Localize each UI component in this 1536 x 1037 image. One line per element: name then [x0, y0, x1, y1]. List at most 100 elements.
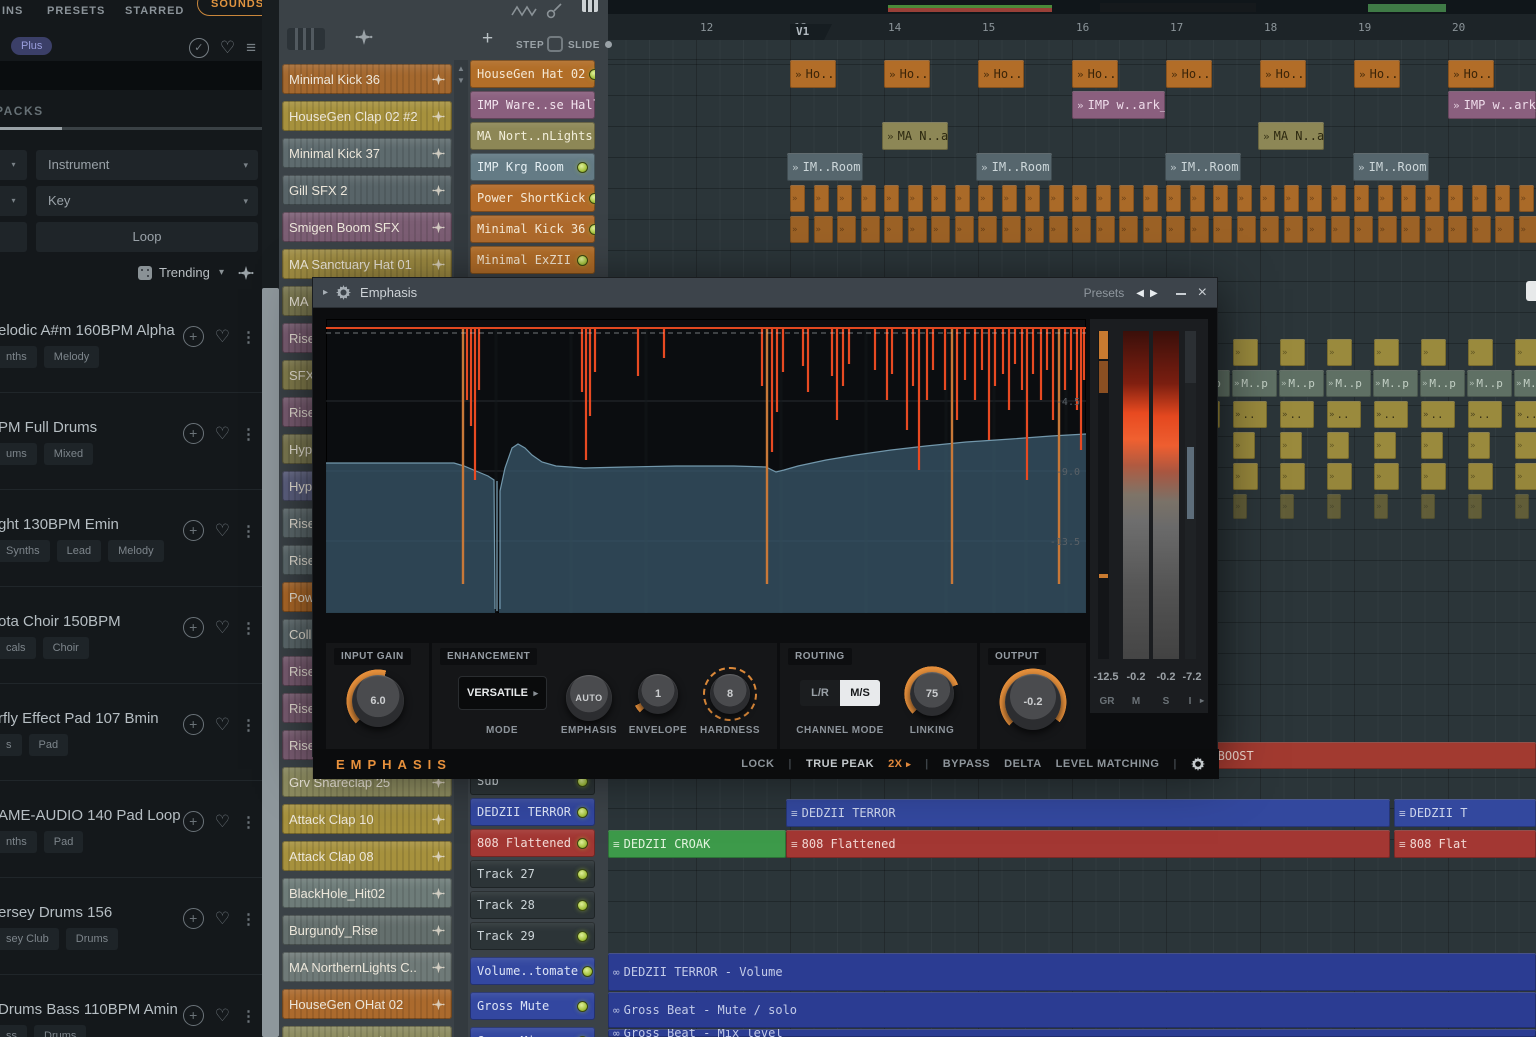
filter-mini-dropdown[interactable]: ▾: [0, 186, 27, 216]
tag-chip[interactable]: s: [0, 734, 22, 756]
key-dropdown[interactable]: Key ▾: [36, 186, 258, 216]
loop-toggle-button[interactable]: Loop: [36, 222, 258, 252]
tag-chip[interactable]: ums: [0, 443, 37, 465]
lr-option[interactable]: L/R: [800, 680, 840, 706]
playlist-clip[interactable]: » IMP w..ark_e: [1072, 91, 1165, 119]
close-icon[interactable]: ×: [1198, 285, 1207, 301]
channel-led[interactable]: [589, 224, 595, 235]
instrument-dropdown[interactable]: Instrument ▾: [36, 150, 258, 180]
sound-list-item[interactable]: PM Full Drums + ♡ ⋮ umsMixed: [0, 393, 262, 490]
dice-icon[interactable]: [138, 266, 152, 280]
channel-led[interactable]: [577, 838, 588, 849]
check-circle-icon[interactable]: ✓: [189, 38, 209, 58]
playlist-clip[interactable]: ≡ DEDZII CROAK: [608, 830, 786, 858]
lock-button[interactable]: LOCK: [741, 758, 774, 770]
sample-button[interactable]: Minimal Kick 36: [282, 64, 452, 94]
more-options-button[interactable]: ⋮: [241, 910, 256, 928]
menu-icon[interactable]: ≡: [246, 39, 256, 57]
favorite-button[interactable]: ♡: [215, 328, 230, 346]
add-sound-button[interactable]: +: [183, 811, 204, 832]
envelope-knob[interactable]: 1: [631, 667, 685, 721]
sample-button[interactable]: Burgundy_Rise: [282, 915, 452, 945]
channel-led[interactable]: [577, 931, 588, 942]
sample-button[interactable]: Smigen Boom SFX: [282, 212, 452, 242]
add-sound-button[interactable]: +: [183, 326, 204, 347]
sample-button[interactable]: HouseGen OHat 02: [282, 989, 452, 1019]
tag-chip[interactable]: ss: [0, 1025, 27, 1037]
sound-list-item[interactable]: rfly Effect Pad 107 Bmin + ♡ ⋮ sPad: [0, 684, 262, 781]
more-options-button[interactable]: ⋮: [241, 716, 256, 734]
tag-chip[interactable]: Choir: [43, 637, 89, 659]
add-sound-button[interactable]: +: [183, 520, 204, 541]
heart-icon[interactable]: ♡: [220, 39, 235, 57]
channel-button[interactable]: MA Nort..nLights: [470, 122, 595, 150]
more-options-button[interactable]: ⋮: [241, 1007, 256, 1025]
channel-led[interactable]: [577, 807, 588, 818]
playlist-clip[interactable]: » Ho..: [1166, 60, 1212, 88]
channel-button[interactable]: DEDZII TERROR: [470, 798, 595, 826]
hardness-knob[interactable]: 8: [703, 667, 757, 721]
tag-chip[interactable]: cals: [0, 637, 36, 659]
meter-next-icon[interactable]: ▸: [1200, 696, 1204, 705]
browser-tab[interactable]: STARRED: [125, 5, 184, 17]
ms-option[interactable]: M/S: [840, 680, 880, 706]
prev-preset-icon[interactable]: ◀: [1136, 288, 1150, 299]
channel-button[interactable]: Volume..tomate: [470, 957, 595, 985]
channel-button[interactable]: Track 28: [470, 891, 595, 919]
trending-sort-label[interactable]: Trending: [159, 265, 210, 280]
channel-button[interactable]: Gross Mute: [470, 992, 595, 1020]
add-sound-button[interactable]: +: [183, 617, 204, 638]
favorite-button[interactable]: ♡: [215, 1007, 230, 1025]
playlist-clip[interactable]: ≡ 808 Flattened: [786, 830, 1390, 858]
playlist-clip[interactable]: » IM..Room: [976, 153, 1052, 181]
waveform-icon[interactable]: [355, 28, 373, 46]
playlist-clip[interactable]: ∞ Gross Beat - Mute / solo: [608, 992, 1536, 1028]
playlist-clip[interactable]: » IMP w..ark_e: [1448, 91, 1536, 119]
channel-button[interactable]: Gross Mix: [470, 1027, 595, 1037]
presets-label[interactable]: Presets: [1084, 286, 1125, 300]
playlist-clip[interactable]: » MA N..at: [1258, 122, 1324, 150]
sample-button[interactable]: IMP Krg Flatteni..: [282, 1026, 452, 1037]
playlist-clip[interactable]: » Ho..: [884, 60, 930, 88]
channel-button[interactable]: Minimal ExZII: [470, 246, 595, 274]
channel-led[interactable]: [577, 162, 588, 173]
tag-chip[interactable]: Melody: [108, 540, 163, 562]
tag-chip[interactable]: Synths: [0, 540, 50, 562]
browser-tab[interactable]: PRESETS: [47, 5, 105, 17]
add-sound-button[interactable]: +: [183, 423, 204, 444]
scroll-progress[interactable]: [0, 127, 262, 130]
channel-led[interactable]: [577, 869, 588, 880]
sound-list-item[interactable]: AME-AUDIO 140 Pad Loop G... + ♡ ⋮ nthsPa…: [0, 781, 262, 878]
sound-list-item[interactable]: ota Choir 150BPM + ♡ ⋮ calsChoir: [0, 587, 262, 684]
piano-roll-icon[interactable]: [582, 0, 598, 12]
linking-knob[interactable]: 75: [903, 665, 961, 723]
plugin-titlebar[interactable]: ▸ Emphasis Presets ◀▶ ×: [313, 278, 1217, 308]
browser-scrollbar-track[interactable]: [262, 0, 279, 1037]
oversampling-button[interactable]: 2X ▸: [888, 758, 911, 770]
channel-led[interactable]: [577, 900, 588, 911]
settings-gear-icon[interactable]: [1191, 757, 1205, 771]
plugin-menu-arrow-icon[interactable]: ▸: [323, 287, 328, 298]
playlist-clip[interactable]: ≡ 808 Flat: [1394, 830, 1536, 858]
sample-button[interactable]: Attack Clap 08: [282, 841, 452, 871]
sound-list-item[interactable]: Drums Bass 110BPM Amin + ♡ ⋮ ssDrums: [0, 975, 262, 1037]
add-sound-button[interactable]: +: [183, 714, 204, 735]
tag-chip[interactable]: Lead: [57, 540, 101, 562]
playlist-clip[interactable]: » Ho..: [790, 60, 836, 88]
channel-button[interactable]: HouseGen Hat 02: [470, 60, 595, 88]
favorite-button[interactable]: ♡: [215, 910, 230, 928]
favorite-button[interactable]: ♡: [215, 619, 230, 637]
channel-button[interactable]: IMP Krg Room: [470, 153, 595, 181]
channel-led[interactable]: [589, 193, 595, 204]
sample-button[interactable]: HouseGen Clap 02 #2: [282, 101, 452, 131]
preset-prev-next-icons[interactable]: ◀▶: [1136, 288, 1163, 299]
slide-key-icon[interactable]: [545, 2, 563, 20]
playlist-clip[interactable]: » Ho..: [1072, 60, 1118, 88]
channel-button[interactable]: Track 27: [470, 860, 595, 888]
playlist-clip[interactable]: ≡ DEDZII TERROR: [786, 799, 1390, 827]
channel-button[interactable]: IMP Ware..se Hall: [470, 91, 595, 119]
sound-list-item[interactable]: ersey Drums 156 + ♡ ⋮ sey ClubDrums: [0, 878, 262, 975]
scroll-down-icon[interactable]: ▼: [457, 76, 465, 85]
tag-chip[interactable]: sey Club: [0, 928, 59, 950]
layers-icon[interactable]: [287, 28, 325, 50]
